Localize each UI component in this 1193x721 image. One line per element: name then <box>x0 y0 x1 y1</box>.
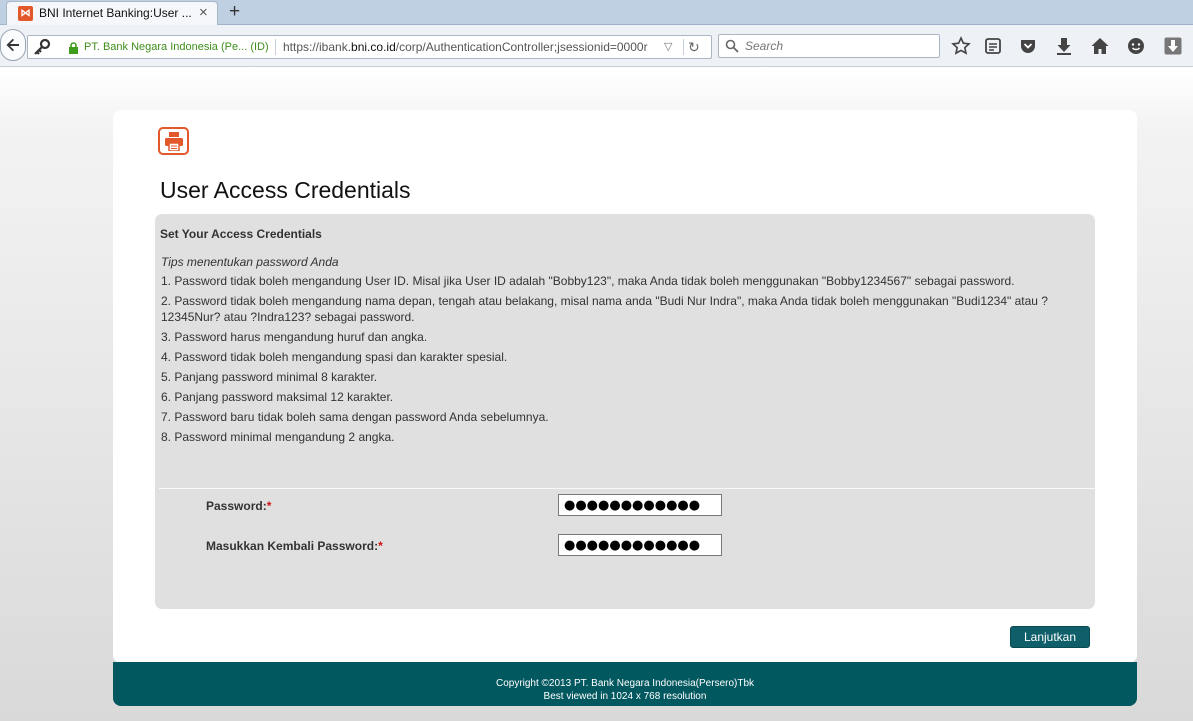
url-separator-2 <box>683 39 684 55</box>
panel-heading: Set Your Access Credentials <box>160 227 322 241</box>
url-domain: bni.co.id <box>351 40 396 54</box>
back-button[interactable] <box>0 29 26 61</box>
required-mark: * <box>378 539 383 553</box>
menu-download-icon[interactable] <box>1163 36 1183 56</box>
url-separator <box>275 39 276 55</box>
tip-item: 4. Password tidak boleh mengandung spasi… <box>161 350 508 364</box>
history-dropdown-icon[interactable]: ▽ <box>664 40 672 53</box>
chat-icon[interactable] <box>1126 36 1146 56</box>
download-icon[interactable] <box>1054 36 1074 56</box>
search-icon <box>725 39 739 53</box>
password-field[interactable] <box>558 494 722 516</box>
navigation-toolbar: PT. Bank Negara Indonesia (Pe... (ID) ht… <box>0 25 1193 67</box>
star-icon[interactable] <box>951 36 971 56</box>
back-arrow-icon <box>6 38 19 52</box>
page-title: User Access Credentials <box>160 177 411 203</box>
new-tab-button[interactable]: + <box>229 0 240 23</box>
form-divider <box>159 488 1095 489</box>
tips-title: Tips menentukan password Anda <box>161 255 339 269</box>
print-icon[interactable] <box>158 127 189 155</box>
tab-title: BNI Internet Banking:User ... <box>39 6 192 20</box>
tab-bni-internet-banking[interactable]: ⋈ BNI Internet Banking:User ... × <box>6 1 218 25</box>
footer-resolution-note: Best viewed in 1024 x 768 resolution <box>543 691 707 702</box>
confirm-label-text: Masukkan Kembali Password: <box>206 539 379 553</box>
home-icon[interactable] <box>1090 36 1110 56</box>
tip-item: 8. Password minimal mengandung 2 angka. <box>161 430 395 444</box>
tip-item: 5. Panjang password minimal 8 karakter. <box>161 370 378 384</box>
tab-strip: ⋈ BNI Internet Banking:User ... × + <box>0 0 1193 25</box>
footer: Copyright ©2013 PT. Bank Negara Indonesi… <box>113 662 1137 706</box>
tip-item: 2. Password tidak boleh mengandung nama … <box>161 294 1048 324</box>
lock-icon <box>69 42 78 54</box>
tip-item: 3. Password harus mengandung huruf dan a… <box>161 330 428 344</box>
credentials-panel: Set Your Access Credentials Tips menentu… <box>155 214 1095 609</box>
tab-close-icon[interactable]: × <box>199 4 208 22</box>
reading-list-icon[interactable] <box>983 36 1003 56</box>
password-label-text: Password: <box>206 499 267 513</box>
search-placeholder: Search <box>745 39 784 53</box>
tip-item: 6. Panjang password maksimal 12 karakter… <box>161 390 394 404</box>
password-label: Password:* <box>206 499 271 513</box>
bni-favicon-icon: ⋈ <box>18 6 33 21</box>
reload-icon[interactable]: ↻ <box>688 39 700 56</box>
main-card: User Access Credentials Set Your Access … <box>113 110 1137 663</box>
confirm-password-field[interactable] <box>558 534 722 556</box>
key-icon[interactable] <box>33 38 51 56</box>
lanjutkan-button[interactable]: Lanjutkan <box>1010 626 1090 648</box>
url-text[interactable]: https://ibank.bni.co.id/corp/Authenticat… <box>283 40 653 54</box>
search-input[interactable]: Search <box>718 34 940 58</box>
required-mark: * <box>266 499 272 513</box>
site-identity-label[interactable]: PT. Bank Negara Indonesia (Pe... (ID) <box>84 41 269 53</box>
pocket-icon[interactable] <box>1018 36 1038 56</box>
footer-copyright: Copyright ©2013 PT. Bank Negara Indonesi… <box>495 678 755 689</box>
url-prefix: https://ibank. <box>283 40 352 54</box>
confirm-password-label: Masukkan Kembali Password:* <box>206 539 383 553</box>
tip-item: 7. Password baru tidak boleh sama dengan… <box>161 410 549 424</box>
address-bar[interactable]: PT. Bank Negara Indonesia (Pe... (ID) ht… <box>27 35 712 59</box>
url-path: /corp/AuthenticationController;jsessioni… <box>395 40 648 54</box>
tip-item: 1. Password tidak boleh mengandung User … <box>161 274 1015 288</box>
tips-list: 1. Password tidak boleh mengandung User … <box>161 273 1081 449</box>
